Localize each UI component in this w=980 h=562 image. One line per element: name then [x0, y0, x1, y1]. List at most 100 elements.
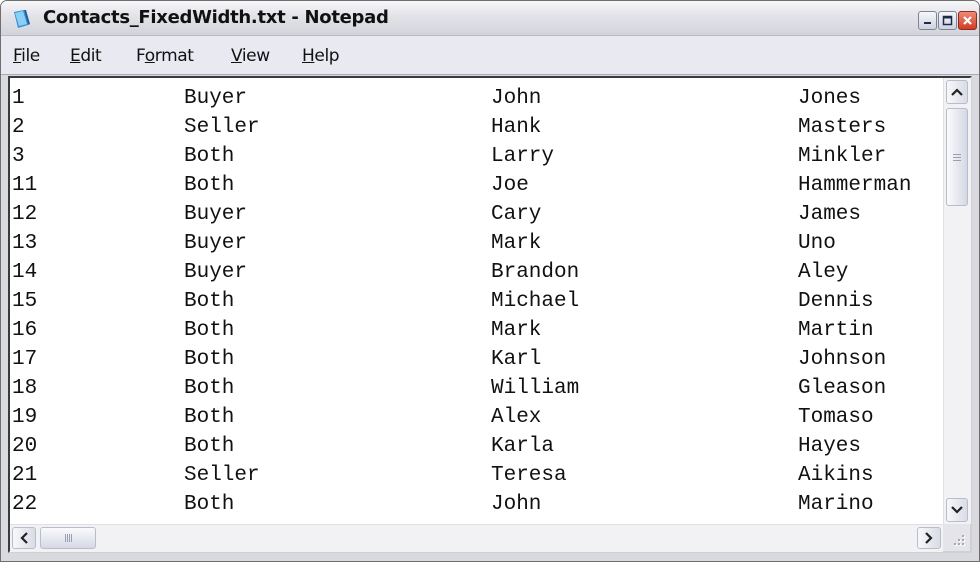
- menu-format-mnemonic: o: [144, 46, 155, 66]
- first-name: Brandon: [491, 261, 580, 284]
- vertical-scroll-thumb[interactable]: [946, 108, 968, 206]
- close-button[interactable]: [958, 11, 977, 30]
- menu-help-label-rest: elp: [314, 46, 340, 66]
- menu-format[interactable]: Format: [136, 46, 194, 66]
- contact-type: Both: [184, 493, 235, 516]
- last-name: Johnson: [798, 348, 887, 371]
- menu-format-label-a: F: [136, 46, 145, 66]
- grip-icon: [953, 153, 961, 161]
- chevron-left-icon: [20, 532, 28, 544]
- notepad-window: Contacts_FixedWidth.txt - Notepad File E…: [0, 0, 980, 562]
- last-name: Jones: [798, 87, 862, 110]
- menu-edit[interactable]: Edit: [70, 46, 102, 66]
- last-name: Marino: [798, 493, 874, 516]
- minimize-button[interactable]: [918, 11, 937, 30]
- contact-id: 12: [12, 203, 38, 226]
- menu-file[interactable]: File: [13, 46, 40, 66]
- contact-type: Both: [184, 377, 235, 400]
- contact-id: 21: [12, 464, 38, 487]
- first-name: Alex: [491, 406, 542, 429]
- window-title: Contacts_FixedWidth.txt - Notepad: [43, 7, 389, 28]
- last-name: Tomaso: [798, 406, 874, 429]
- maximize-icon: [942, 15, 953, 26]
- menu-help[interactable]: Help: [302, 46, 340, 66]
- scroll-right-button[interactable]: [917, 527, 941, 549]
- chevron-right-icon: [925, 532, 933, 544]
- last-name: James: [798, 203, 862, 226]
- last-name: Hayes: [798, 435, 862, 458]
- last-name: Gleason: [798, 377, 887, 400]
- scroll-up-button[interactable]: [946, 80, 968, 104]
- first-name: Teresa: [491, 464, 567, 487]
- last-name: Uno: [798, 232, 836, 255]
- last-name: Minkler: [798, 145, 887, 168]
- contact-type: Both: [184, 145, 235, 168]
- chevron-down-icon: [951, 506, 963, 514]
- first-name: John: [491, 493, 542, 516]
- menu-view-label-rest: iew: [241, 46, 270, 66]
- last-name: Dennis: [798, 290, 874, 313]
- horizontal-scrollbar[interactable]: [10, 524, 943, 552]
- scroll-left-button[interactable]: [12, 527, 36, 549]
- contact-type: Buyer: [184, 232, 248, 255]
- resize-grip[interactable]: [943, 524, 970, 551]
- contact-id: 18: [12, 377, 38, 400]
- contact-type: Both: [184, 174, 235, 197]
- last-name: Aley: [798, 261, 849, 284]
- menu-file-label-rest: ile: [21, 46, 40, 66]
- horizontal-scroll-thumb[interactable]: [40, 527, 96, 549]
- contact-id: 16: [12, 319, 38, 342]
- contact-type: Both: [184, 406, 235, 429]
- last-name: Hammerman: [798, 174, 912, 197]
- contact-id: 11: [12, 174, 38, 197]
- contact-type: Both: [184, 290, 235, 313]
- menu-file-mnemonic: F: [13, 46, 22, 66]
- contact-type: Seller: [184, 464, 260, 487]
- vertical-scrollbar[interactable]: [943, 78, 971, 524]
- contact-type: Both: [184, 319, 235, 342]
- minimize-icon: [924, 22, 931, 24]
- contact-type: Buyer: [184, 87, 248, 110]
- menu-help-mnemonic: H: [302, 46, 315, 66]
- contact-type: Buyer: [184, 261, 248, 284]
- first-name: Karla: [491, 435, 555, 458]
- contact-id: 3: [12, 145, 25, 168]
- contact-type: Both: [184, 435, 235, 458]
- menu-view-mnemonic: V: [231, 46, 242, 66]
- contact-id: 20: [12, 435, 38, 458]
- grip-icon: [64, 534, 72, 542]
- text-area[interactable]: 1 Buyer John Jones 2 Seller Hank Masters 3 Both La…: [10, 78, 943, 524]
- title-bar[interactable]: Contacts_FixedWidth.txt - Notepad: [1, 1, 979, 36]
- first-name: Joe: [491, 174, 529, 197]
- first-name: Mark: [491, 319, 542, 342]
- last-name: Masters: [798, 116, 887, 139]
- contact-id: 15: [12, 290, 38, 313]
- resize-grip-icon: [954, 535, 965, 546]
- contact-id: 1: [12, 87, 25, 110]
- notepad-icon: [14, 10, 30, 28]
- scroll-down-button[interactable]: [946, 498, 968, 522]
- contact-type: Both: [184, 348, 235, 371]
- first-name: Cary: [491, 203, 542, 226]
- contact-id: 13: [12, 232, 38, 255]
- contact-type: Seller: [184, 116, 260, 139]
- first-name: Mark: [491, 232, 542, 255]
- first-name: Larry: [491, 145, 555, 168]
- menu-edit-label-rest: dit: [80, 46, 102, 66]
- menu-format-label-rest: rmat: [154, 46, 194, 66]
- first-name: Karl: [491, 348, 542, 371]
- contact-id: 2: [12, 116, 25, 139]
- contact-id: 22: [12, 493, 38, 516]
- menu-edit-mnemonic: E: [70, 46, 81, 66]
- maximize-button[interactable]: [938, 11, 957, 30]
- menu-view[interactable]: View: [231, 46, 270, 66]
- close-icon: [963, 16, 972, 25]
- chevron-up-icon: [951, 88, 963, 96]
- first-name: Michael: [491, 290, 580, 313]
- first-name: William: [491, 377, 580, 400]
- menu-bar: File Edit Format View Help: [1, 36, 979, 75]
- first-name: John: [491, 87, 542, 110]
- first-name: Hank: [491, 116, 542, 139]
- contact-id: 14: [12, 261, 38, 284]
- last-name: Aikins: [798, 464, 874, 487]
